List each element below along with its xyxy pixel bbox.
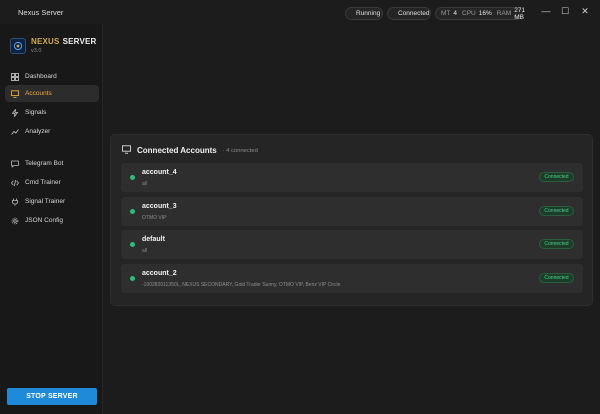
sidebar-item-analyzer[interactable]: Analyzer — [5, 123, 99, 140]
title-bar: Nexus Server Running Connected MT 4 CPU … — [0, 0, 600, 24]
version-label: v3.0 — [31, 48, 42, 54]
stats-pill: MT 4 CPU 16% RAM 271 MB — [435, 6, 526, 21]
status-dot-icon — [130, 209, 135, 214]
status-dot-icon — [130, 242, 135, 247]
panel-header: Connected Accounts · 4 connected — [122, 145, 258, 156]
cpu-value: 16% — [478, 10, 492, 17]
status-badge: Connected — [539, 206, 574, 216]
status-dot-icon — [130, 276, 135, 281]
account-row[interactable]: account_3 OTMO VIP Connected — [121, 197, 583, 226]
account-channels: -100282011350L, NEXUS SECONDARY, Gold Tr… — [142, 282, 341, 288]
minimize-button[interactable]: — — [540, 5, 552, 17]
sidebar-item-dashboard[interactable]: Dashboard — [5, 68, 99, 85]
sidebar-item-label: JSON Config — [25, 217, 63, 224]
sidebar-item-label: Signal Trainer — [25, 198, 66, 205]
account-row[interactable]: account_4 all Connected — [121, 163, 583, 192]
account-row[interactable]: default all Connected — [121, 230, 583, 259]
account-channels: all — [142, 248, 148, 254]
maximize-button[interactable]: ☐ — [559, 5, 571, 17]
connection-status-pill: Connected — [387, 7, 431, 20]
account-row[interactable]: account_2 -100282011350L, NEXUS SECONDAR… — [121, 264, 583, 293]
brand-name-primary: NEXUS — [31, 37, 60, 46]
ram-value: 271 MB — [514, 6, 526, 21]
plug-icon — [10, 197, 19, 206]
account-channels: all — [142, 181, 148, 187]
connected-count: · 4 connected — [222, 147, 258, 154]
app-title: Nexus Server — [18, 8, 64, 17]
account-channels: OTMO VIP — [142, 215, 167, 221]
sidebar-item-signal-trainer[interactable]: Signal Trainer — [5, 193, 99, 210]
sidebar-item-accounts[interactable]: Accounts — [5, 85, 99, 102]
sidebar-item-signals[interactable]: Signals — [5, 104, 99, 121]
bolt-icon — [10, 108, 19, 117]
sidebar-item-label: Cmd Trainer — [25, 179, 61, 186]
account-name: account_3 — [142, 203, 177, 210]
close-button[interactable]: ✕ — [579, 5, 591, 17]
monitor-icon — [122, 145, 131, 156]
brand: NEXUS SERVER v3.0 — [10, 37, 97, 54]
chart-icon — [10, 127, 19, 136]
cpu-label: CPU — [462, 10, 476, 17]
sidebar-item-label: Dashboard — [25, 73, 57, 80]
ram-label: RAM — [496, 10, 512, 17]
brand-name-secondary: SERVER — [62, 37, 97, 46]
account-name: account_2 — [142, 270, 177, 277]
grid-icon — [10, 72, 19, 81]
connected-accounts-panel: Connected Accounts · 4 connected account… — [110, 134, 593, 306]
server-status-pill: Running — [345, 7, 383, 20]
account-name: default — [142, 236, 165, 243]
code-icon — [10, 178, 19, 187]
chat-icon — [10, 159, 19, 168]
sidebar-item-json-config[interactable]: JSON Config — [5, 212, 99, 229]
account-name: account_4 — [142, 169, 177, 176]
mt-value: 4 — [453, 10, 458, 17]
status-badge: Connected — [539, 273, 574, 283]
gear-icon — [10, 216, 19, 225]
monitor-icon — [10, 89, 19, 98]
running-label: Running — [356, 10, 381, 17]
status-badge: Connected — [539, 239, 574, 249]
stop-server-button[interactable]: STOP SERVER — [7, 388, 97, 405]
panel-title: Connected Accounts — [137, 146, 217, 155]
status-dot-icon — [130, 175, 135, 180]
sidebar-item-label: Telegram Bot — [25, 160, 64, 167]
sidebar-item-label: Signals — [25, 109, 47, 116]
sidebar: NEXUS SERVER v3.0 Dashboard Accounts Sign… — [0, 24, 103, 414]
mt-label: MT — [441, 10, 451, 17]
sidebar-item-label: Analyzer — [25, 128, 51, 135]
sidebar-item-cmd-trainer[interactable]: Cmd Trainer — [5, 174, 99, 191]
status-badge: Connected — [539, 172, 574, 182]
sidebar-item-telegram-bot[interactable]: Telegram Bot — [5, 155, 99, 172]
logo-icon — [10, 37, 26, 54]
sidebar-item-label: Accounts — [25, 90, 52, 97]
connected-label: Connected — [398, 10, 430, 17]
